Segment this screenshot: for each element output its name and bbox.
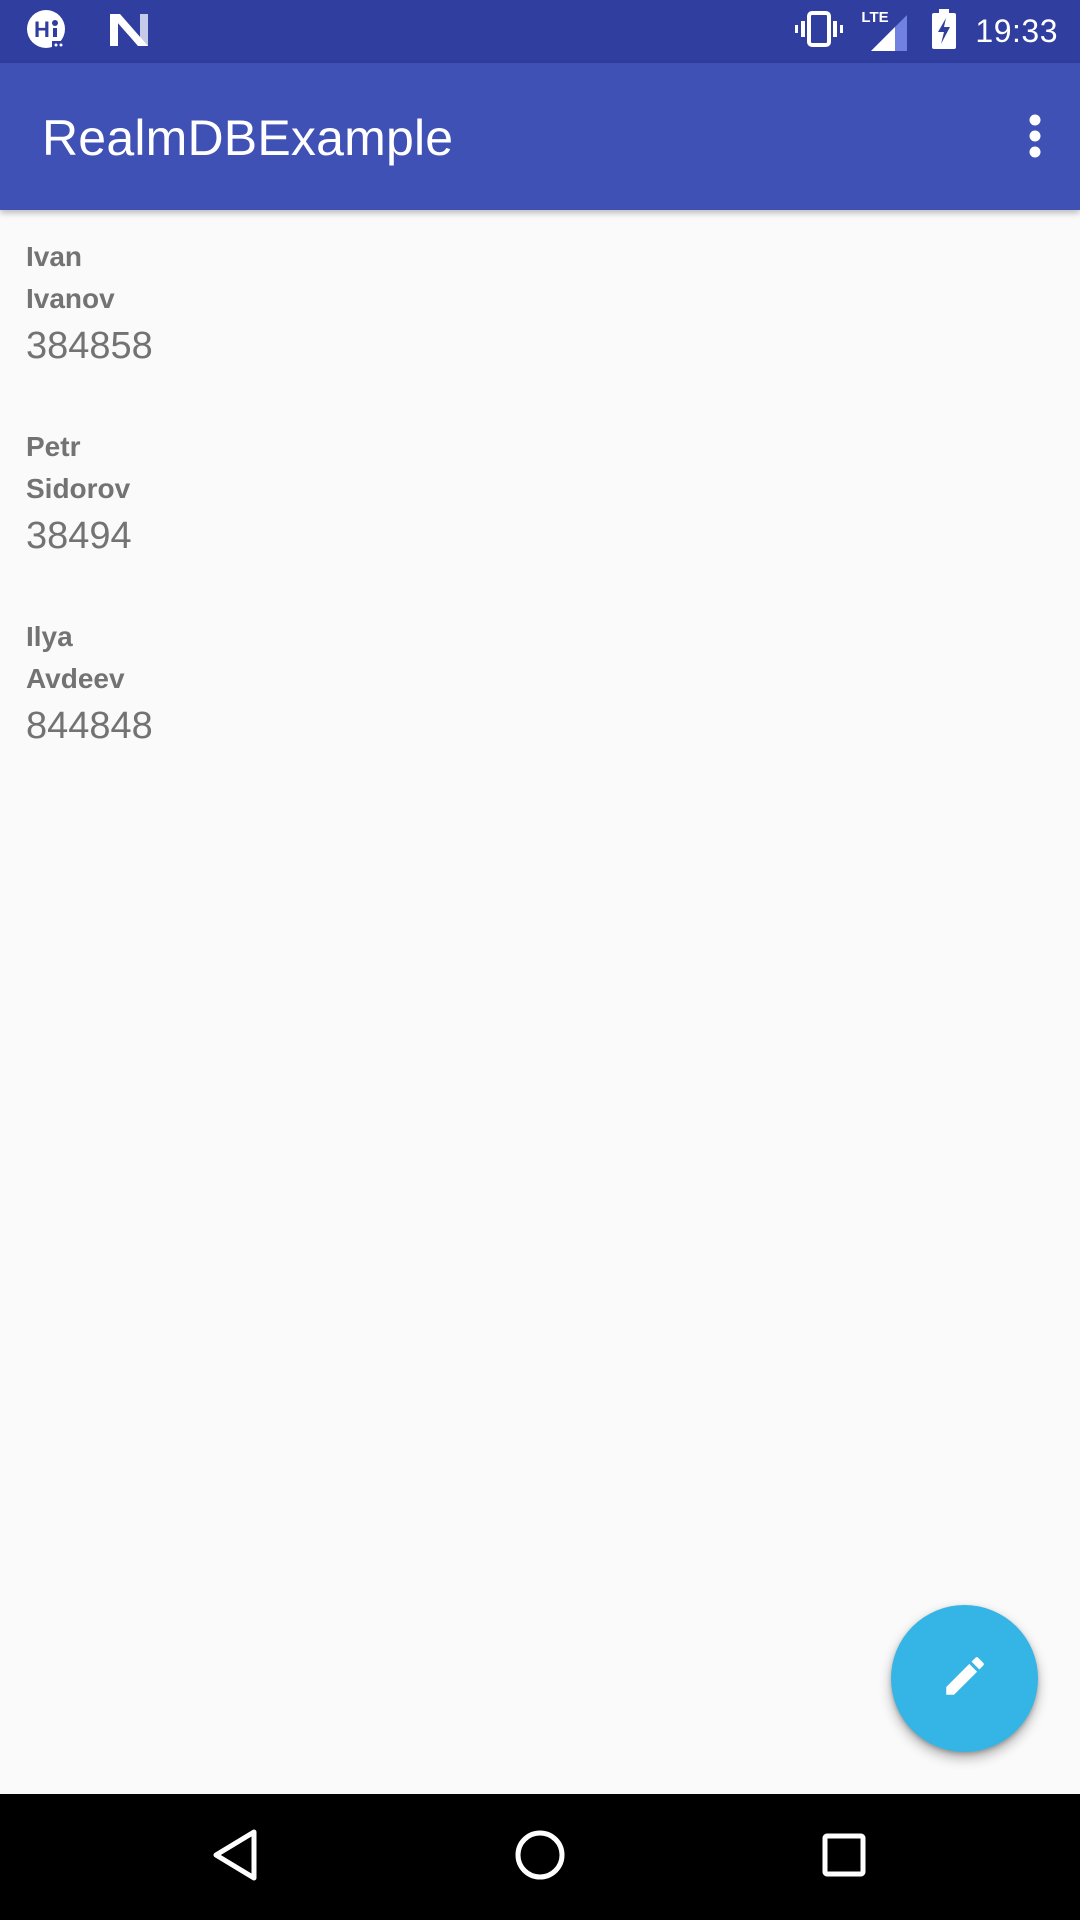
battery-charging-icon (931, 8, 957, 54)
home-button[interactable] (500, 1817, 580, 1897)
list-item[interactable]: Ivan Ivanov 384858 (0, 210, 1080, 400)
lte-signal-icon: LTE (861, 9, 913, 53)
app-title: RealmDBExample (42, 110, 454, 166)
status-time: 19:33 (975, 12, 1058, 49)
home-icon (514, 1829, 566, 1886)
recents-button[interactable] (804, 1817, 884, 1897)
back-icon (210, 1828, 260, 1887)
n-app-icon (108, 12, 150, 53)
first-name: Ivan (26, 241, 83, 272)
edit-fab-button[interactable] (891, 1605, 1038, 1752)
status-left-icons: H (26, 9, 150, 56)
overflow-menu-button[interactable] (990, 93, 1080, 183)
phone-number: 38494 (26, 515, 132, 557)
list-item[interactable]: Petr Sidorov 38494 (0, 400, 1080, 590)
app-bar: RealmDBExample (0, 63, 1080, 210)
last-name: Ivanov (26, 283, 115, 314)
svg-text:H: H (34, 17, 50, 42)
navigation-bar (0, 1794, 1080, 1920)
back-button[interactable] (195, 1817, 275, 1897)
edit-pencil-icon (940, 1651, 990, 1706)
screen: H LTE 19:33 RealmDBExample Ivan Ivanov 3… (0, 0, 1080, 1920)
status-bar: H LTE 19:33 (0, 0, 1080, 63)
first-name: Petr (26, 431, 81, 462)
recents-icon (821, 1832, 867, 1883)
more-vert-icon (1028, 114, 1042, 163)
first-name: Ilya (26, 621, 73, 652)
contact-list: Ivan Ivanov 384858 Petr Sidorov 38494 Il… (0, 210, 1080, 780)
hi-app-icon: H (26, 9, 68, 56)
phone-number: 384858 (26, 325, 153, 367)
phone-number: 844848 (26, 705, 153, 747)
vibrate-icon (795, 9, 844, 54)
list-item[interactable]: Ilya Avdeev 844848 (0, 590, 1080, 780)
last-name: Sidorov (26, 473, 131, 504)
status-right-icons: LTE 19:33 (795, 8, 1058, 54)
last-name: Avdeev (26, 663, 125, 694)
